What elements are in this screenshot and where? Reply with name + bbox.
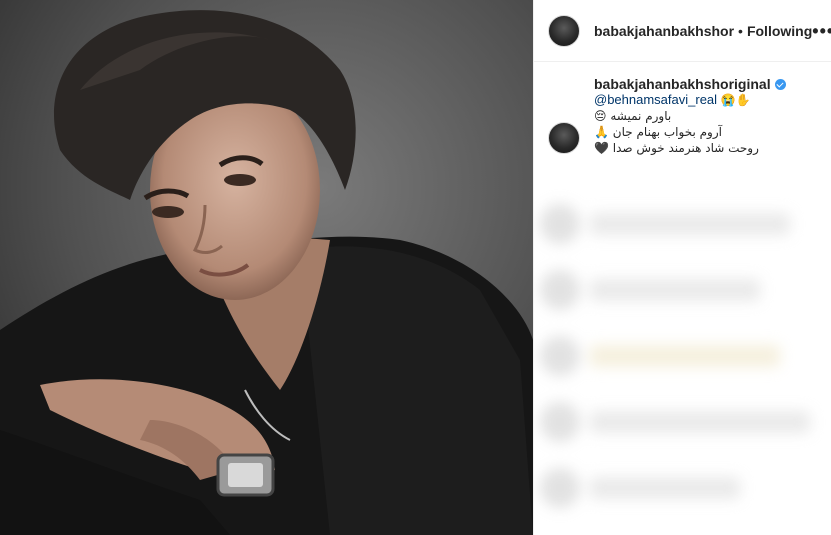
blurred-comment-row [540,393,826,451]
blurred-comment-row [540,261,826,319]
portrait-illustration [0,0,533,535]
following-button[interactable]: Following [747,23,812,39]
blurred-comment-row [540,327,826,385]
caption-line-3-text: روحت شاد هنرمند خوش صدا [612,141,759,155]
caption-line-1-emoji: 😔 [594,109,607,123]
blurred-comments [534,185,831,535]
caption-line-2: آروم بخواب بهنام جان 🙏 [594,124,817,140]
mention-link[interactable]: @behnamsafavi_real [594,92,717,107]
caption-line-3: روحت شاد هنرمند خوش صدا 🖤 [594,140,817,156]
caption-avatar[interactable] [548,122,580,154]
caption-line-2-emoji: 🙏 [594,125,609,139]
caption: babakjahanbakhshoriginal @behnamsafavi_r… [534,62,831,156]
caption-line-1-text: باورم نمیشه [610,109,672,123]
header-meta: babakjahanbakhshor • Following [594,23,812,39]
author-avatar[interactable] [548,14,580,47]
more-options-icon[interactable]: ••• [812,22,831,40]
mention-emoji: 😭✋ [720,93,751,107]
caption-username-link[interactable]: babakjahanbakhshoriginal [594,76,771,92]
caption-body: babakjahanbakhshoriginal @behnamsafavi_r… [594,76,817,156]
author-username-link[interactable]: babakjahanbakhshor [594,23,734,39]
blurred-comment-row [540,195,826,253]
caption-line-2-text: آروم بخواب بهنام جان [612,125,722,139]
separator-dot: • [738,22,743,39]
post-photo[interactable] [0,0,533,535]
mention-line: @behnamsafavi_real 😭✋ [594,92,817,108]
post-side-panel: babakjahanbakhshor • Following ••• babak… [533,0,831,535]
instagram-post: babakjahanbakhshor • Following ••• babak… [0,0,831,535]
blurred-comment-row [540,459,826,517]
post-header: babakjahanbakhshor • Following ••• [534,0,831,62]
caption-line-1: باورم نمیشه 😔 [594,108,817,124]
caption-line-3-emoji: 🖤 [594,141,609,155]
caption-username-row: babakjahanbakhshoriginal [594,76,817,92]
verified-badge-icon [774,78,786,90]
